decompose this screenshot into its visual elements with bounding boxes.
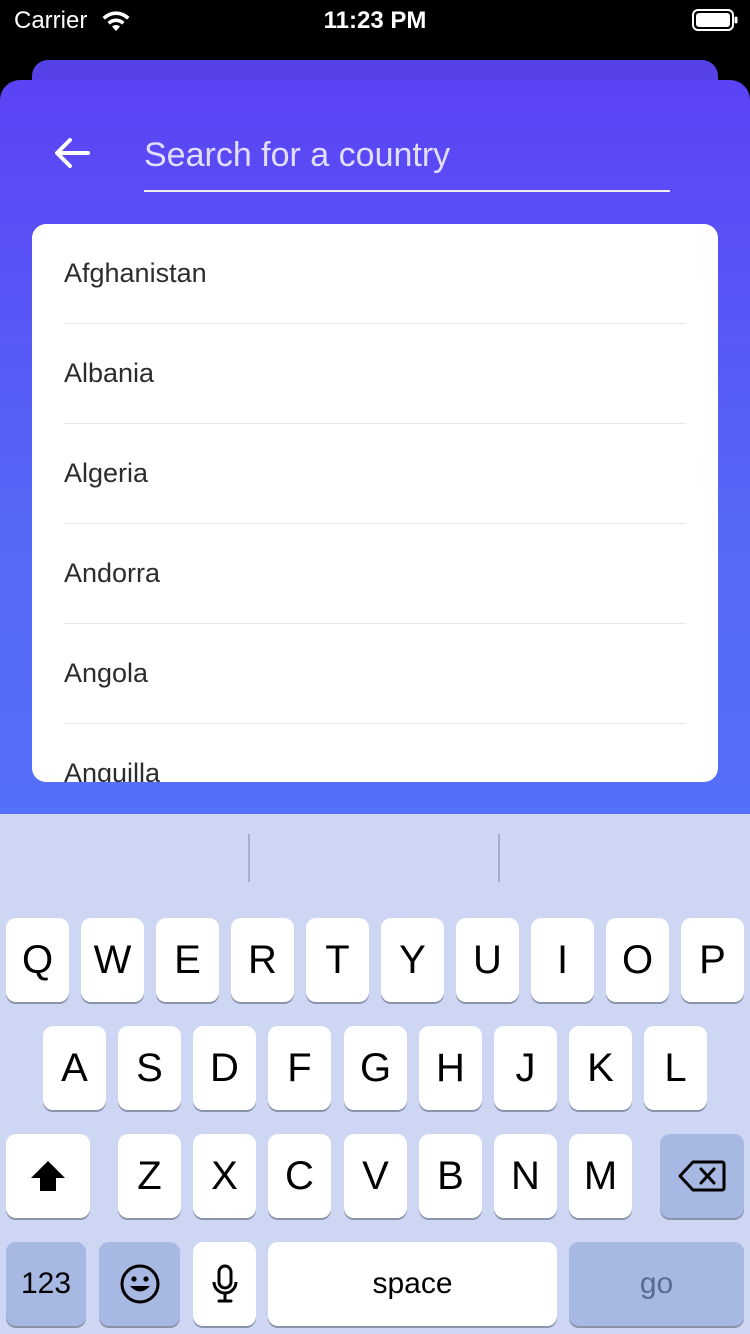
list-item[interactable]: Anguilla (64, 724, 686, 782)
country-name: Anguilla (64, 758, 161, 782)
emoji-key[interactable] (99, 1242, 180, 1326)
numbers-key[interactable]: 123 (6, 1242, 86, 1326)
list-item[interactable]: Albania (64, 324, 686, 424)
list-item[interactable]: Andorra (64, 524, 686, 624)
list-item[interactable]: Angola (64, 624, 686, 724)
go-key[interactable]: go (569, 1242, 744, 1326)
list-item[interactable]: Algeria (64, 424, 686, 524)
key-k[interactable]: K (569, 1026, 632, 1110)
shift-arrow-icon (31, 1161, 65, 1191)
key-r[interactable]: R (231, 918, 294, 1002)
space-key[interactable]: space (268, 1242, 557, 1326)
key-t[interactable]: T (306, 918, 369, 1002)
key-u[interactable]: U (456, 918, 519, 1002)
country-list: Afghanistan Albania Algeria Andorra Ango… (32, 224, 718, 782)
key-p[interactable]: P (681, 918, 744, 1002)
country-name: Albania (64, 358, 155, 388)
key-w[interactable]: W (81, 918, 144, 1002)
key-v[interactable]: V (344, 1134, 407, 1218)
key-c[interactable]: C (268, 1134, 331, 1218)
status-bar: Carrier 11:23 PM (0, 0, 750, 40)
key-a[interactable]: A (43, 1026, 106, 1110)
country-name: Afghanistan (64, 258, 207, 288)
search-input[interactable] (144, 120, 670, 192)
country-name: Algeria (64, 458, 149, 488)
shift-key[interactable] (6, 1134, 90, 1218)
key-y[interactable]: Y (381, 918, 444, 1002)
suggestion-divider (498, 834, 500, 882)
battery-icon (692, 9, 738, 31)
list-item[interactable]: Afghanistan (64, 224, 686, 324)
key-x[interactable]: X (193, 1134, 256, 1218)
key-e[interactable]: E (156, 918, 219, 1002)
key-j[interactable]: J (494, 1026, 557, 1110)
country-name: Angola (64, 658, 149, 688)
back-button[interactable] (48, 130, 96, 176)
key-m[interactable]: M (569, 1134, 632, 1218)
suggestion-divider (248, 834, 250, 882)
key-i[interactable]: I (531, 918, 594, 1002)
key-h[interactable]: H (419, 1026, 482, 1110)
key-b[interactable]: B (419, 1134, 482, 1218)
country-name: Andorra (64, 558, 161, 588)
clock: 11:23 PM (323, 7, 427, 34)
key-d[interactable]: D (193, 1026, 256, 1110)
microphone-icon (212, 1264, 237, 1303)
key-s[interactable]: S (118, 1026, 181, 1110)
key-q[interactable]: Q (6, 918, 69, 1002)
key-f[interactable]: F (268, 1026, 331, 1110)
delete-key[interactable] (660, 1134, 744, 1218)
key-l[interactable]: L (644, 1026, 707, 1110)
emoji-icon (120, 1264, 159, 1304)
key-z[interactable]: Z (118, 1134, 181, 1218)
key-g[interactable]: G (344, 1026, 407, 1110)
key-n[interactable]: N (494, 1134, 557, 1218)
arrow-left-icon (55, 138, 90, 168)
dictation-key[interactable] (193, 1242, 256, 1326)
backspace-icon (678, 1160, 726, 1192)
keyboard: Q W E R T Y U I O P A S D F G H J K L Z … (0, 814, 750, 1334)
key-o[interactable]: O (606, 918, 669, 1002)
